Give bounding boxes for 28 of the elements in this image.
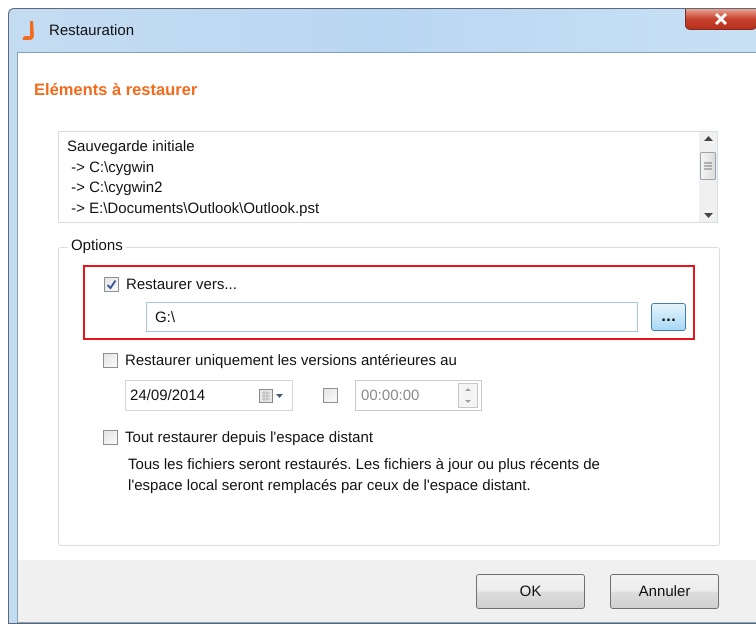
checkbox[interactable] — [323, 388, 338, 403]
list-item: -> E:\Documents\Outlook\Outlook.pst — [70, 198, 320, 218]
ok-button[interactable]: OK — [476, 574, 585, 608]
checkbox-label: Restaurer uniquement les versions antérieures au — [125, 352, 457, 369]
backup-list[interactable]: Sauvegarde initiale -> C:\cygwin -> C:\cygwin2 -> E:\Documents\Outlook\Outlook.pst — [58, 131, 718, 223]
scroll-up-icon[interactable] — [704, 136, 712, 141]
checkbox[interactable] — [104, 277, 119, 292]
scrollbar[interactable] — [699, 132, 717, 222]
group-legend: Options — [68, 237, 126, 254]
close-icon[interactable] — [714, 13, 728, 25]
scroll-down-icon[interactable] — [704, 212, 712, 218]
checkbox-label: Restaurer vers... — [126, 276, 237, 293]
description-text: Tous les fichiers seront restaurés. Les fichiers à jour ou plus récents de l'espace local seront remplacés par ceux de l'espace distant. — [128, 455, 601, 496]
section-heading: Eléments à restaurer — [34, 81, 198, 100]
close-button[interactable] — [685, 9, 756, 30]
browse-button[interactable]: ... — [651, 303, 686, 331]
checkbox[interactable] — [103, 353, 118, 368]
path-field[interactable]: G:\ — [146, 302, 638, 332]
calendar-icon[interactable] — [259, 388, 284, 402]
checkbox[interactable] — [103, 430, 118, 445]
cancel-button[interactable]: Annuler — [610, 574, 719, 608]
checkbox-label: Tout restaurer depuis l'espace distant — [125, 429, 374, 446]
date-field[interactable]: 24/09/2014 — [125, 380, 293, 411]
scroll-thumb[interactable] — [700, 152, 716, 180]
list-item: Sauvegarde initiale — [67, 137, 195, 157]
list-item: -> C:\cygwin2 — [70, 178, 162, 198]
window-title: Restauration — [49, 22, 134, 39]
list-item: -> C:\cygwin — [70, 158, 154, 178]
